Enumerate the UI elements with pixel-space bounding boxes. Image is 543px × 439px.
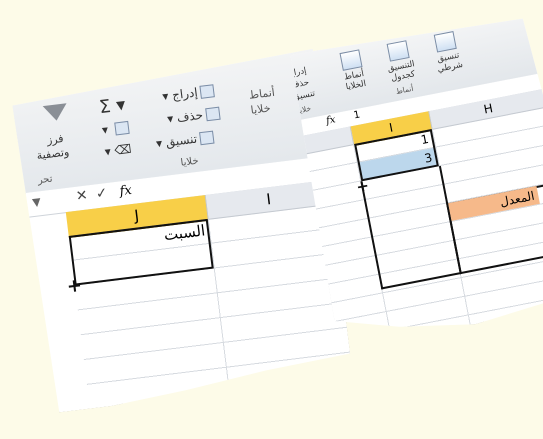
- formula-value[interactable]: 1: [353, 109, 361, 121]
- cells-group-label: خلايا: [180, 155, 200, 169]
- insert-button[interactable]: إدراج ▾: [162, 83, 216, 103]
- styles-button[interactable]: أنماط: [248, 86, 275, 102]
- format-as-table-button[interactable]: التنسيق كجدول: [375, 38, 426, 86]
- styles-button-line2: خلايا: [249, 101, 272, 117]
- enter-icon[interactable]: ✓: [95, 185, 109, 202]
- sort-filter-label-2: وتصفية: [35, 145, 70, 163]
- insert-function-icon[interactable]: fx: [325, 114, 336, 127]
- delete-button[interactable]: حذف ▾: [166, 106, 220, 126]
- insert-function-icon[interactable]: fx: [119, 183, 133, 199]
- sort-filter-icon[interactable]: [43, 103, 69, 122]
- cell-styles-button[interactable]: أنماط الخلايا: [330, 47, 377, 94]
- fill-handle-cursor-icon: +: [65, 274, 84, 298]
- name-box-dropdown-icon[interactable]: ▼: [32, 195, 42, 209]
- format-as-table-icon: [387, 40, 410, 61]
- format-button[interactable]: تنسيق ▾: [155, 130, 214, 151]
- clear-button[interactable]: ⌫ ▾: [104, 142, 132, 159]
- styles-group-label: أنماط: [395, 83, 415, 97]
- cell-styles-icon: [339, 49, 362, 70]
- insert-cells-icon: [200, 84, 215, 99]
- delete-cells-icon: [205, 107, 220, 122]
- editing-group-label: تحر: [37, 173, 54, 187]
- format-cells-icon: [199, 131, 214, 146]
- conditional-formatting-button[interactable]: تنسيق شرطي: [422, 29, 473, 77]
- fill-icon: [114, 121, 129, 136]
- sort-filter-label: فرز: [46, 131, 65, 147]
- fill-button[interactable]: ▾: [101, 120, 129, 137]
- conditional-formatting-icon: [434, 31, 457, 52]
- autosum-icon[interactable]: Σ ▾: [98, 94, 127, 118]
- cancel-icon[interactable]: ✕: [75, 187, 89, 204]
